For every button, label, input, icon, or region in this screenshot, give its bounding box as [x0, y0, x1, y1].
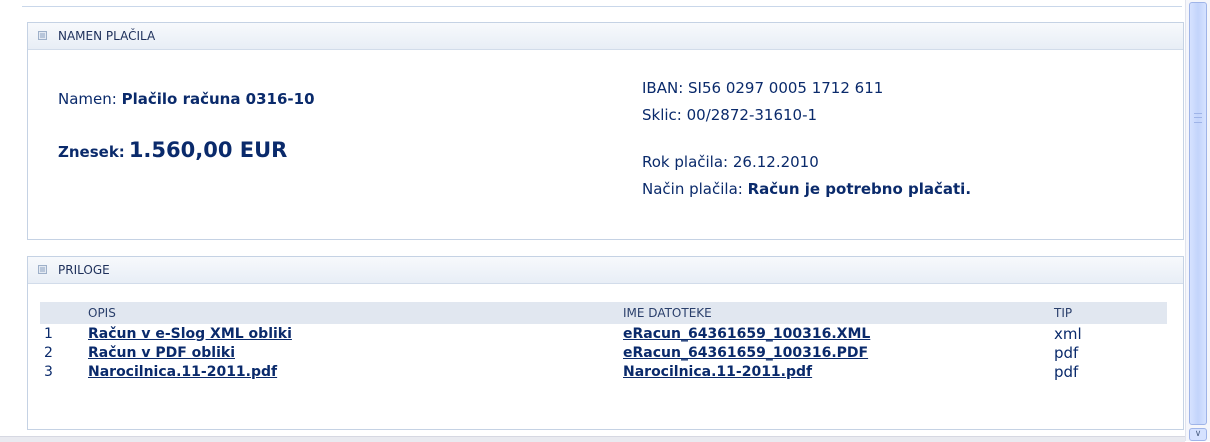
payment-details: IBAN: SI56 0297 0005 1712 611 Sklic: 00/…	[642, 75, 971, 203]
panel-collapse-icon[interactable]	[38, 31, 47, 40]
attachments-header[interactable]: PRILOGE	[28, 257, 1183, 284]
attachment-description-link[interactable]: Narocilnica.11-2011.pdf	[88, 364, 277, 380]
attachment-type: xml	[1054, 324, 1082, 343]
iban-value: SI56 0297 0005 1712 611	[688, 79, 884, 97]
grip-icon	[1194, 113, 1202, 123]
purpose-value: Plačilo računa 0316-10	[121, 90, 315, 108]
vertical-scrollbar[interactable]: ∨	[1185, 0, 1210, 441]
payment-purpose-title: NAMEN PLAČILA	[58, 29, 156, 43]
amount-label: Znesek:	[58, 143, 125, 161]
column-header-type: TIP	[1054, 302, 1167, 324]
scroll-down-button[interactable]: ∨	[1189, 428, 1207, 441]
column-header-number	[40, 302, 88, 324]
amount-line: Znesek: 1.560,00 EUR	[58, 138, 287, 162]
table-row: 2 Račun v PDF obliki eRacun_64361659_100…	[40, 343, 1167, 362]
attachment-type: pdf	[1054, 362, 1079, 381]
reference-line: Sklic: 00/2872-31610-1	[642, 102, 971, 129]
payment-method-line: Način plačila: Račun je potrebno plačati…	[642, 176, 971, 203]
attachment-filename-link[interactable]: eRacun_64361659_100316.PDF	[623, 345, 868, 361]
column-header-filename: IME DATOTEKE	[623, 302, 1054, 324]
payment-purpose-body: Namen: Plačilo računa 0316-10 Znesek: 1.5…	[28, 50, 1183, 239]
table-row: 1 Račun v e-Slog XML obliki eRacun_64361…	[40, 324, 1167, 343]
amount-value: 1.560,00 EUR	[128, 138, 288, 162]
window-bottom-edge	[0, 436, 1185, 442]
attachments-panel: PRILOGE OPIS IME DATOTEKE TIP 1 Račun v …	[27, 256, 1184, 430]
iban-line: IBAN: SI56 0297 0005 1712 611	[642, 75, 971, 102]
attachment-type: pdf	[1054, 343, 1079, 362]
payment-purpose-header[interactable]: NAMEN PLAČILA	[28, 23, 1183, 50]
top-strip	[22, 0, 1182, 7]
attachments-title: PRILOGE	[58, 263, 110, 277]
panel-collapse-icon[interactable]	[38, 265, 47, 274]
due-date-label: Rok plačila:	[642, 153, 729, 171]
payment-purpose-panel: NAMEN PLAČILA Namen: Plačilo računa 0316…	[27, 22, 1184, 240]
attachment-description-link[interactable]: Račun v e-Slog XML obliki	[88, 326, 292, 342]
table-header-row: OPIS IME DATOTEKE TIP	[40, 302, 1167, 324]
payment-method-label: Način plačila:	[642, 180, 743, 198]
row-number: 1	[44, 325, 53, 342]
attachment-filename-link[interactable]: Narocilnica.11-2011.pdf	[623, 364, 812, 380]
page: NAMEN PLAČILA Namen: Plačilo računa 0316…	[0, 0, 1185, 442]
reference-label: Sklic:	[642, 106, 682, 124]
payment-method-value: Račun je potrebno plačati.	[747, 180, 972, 198]
table-row: 3 Narocilnica.11-2011.pdf Narocilnica.11…	[40, 362, 1167, 381]
due-date-line: Rok plačila: 26.12.2010	[642, 149, 971, 176]
attachment-description-link[interactable]: Račun v PDF obliki	[88, 345, 235, 361]
attachments-table: OPIS IME DATOTEKE TIP 1 Račun v e-Slog X…	[40, 302, 1167, 381]
scrollbar-thumb[interactable]	[1189, 2, 1207, 425]
row-number: 2	[44, 344, 53, 361]
purpose-line: Namen: Plačilo računa 0316-10	[58, 90, 315, 108]
reference-value: 00/2872-31610-1	[686, 106, 818, 124]
attachment-filename-link[interactable]: eRacun_64361659_100316.XML	[623, 326, 870, 342]
column-header-description: OPIS	[88, 302, 623, 324]
chevron-down-icon: ∨	[1194, 429, 1202, 439]
row-number: 3	[44, 363, 53, 380]
due-date-value: 26.12.2010	[732, 153, 819, 171]
purpose-label: Namen:	[58, 90, 117, 108]
iban-label: IBAN:	[642, 79, 684, 97]
